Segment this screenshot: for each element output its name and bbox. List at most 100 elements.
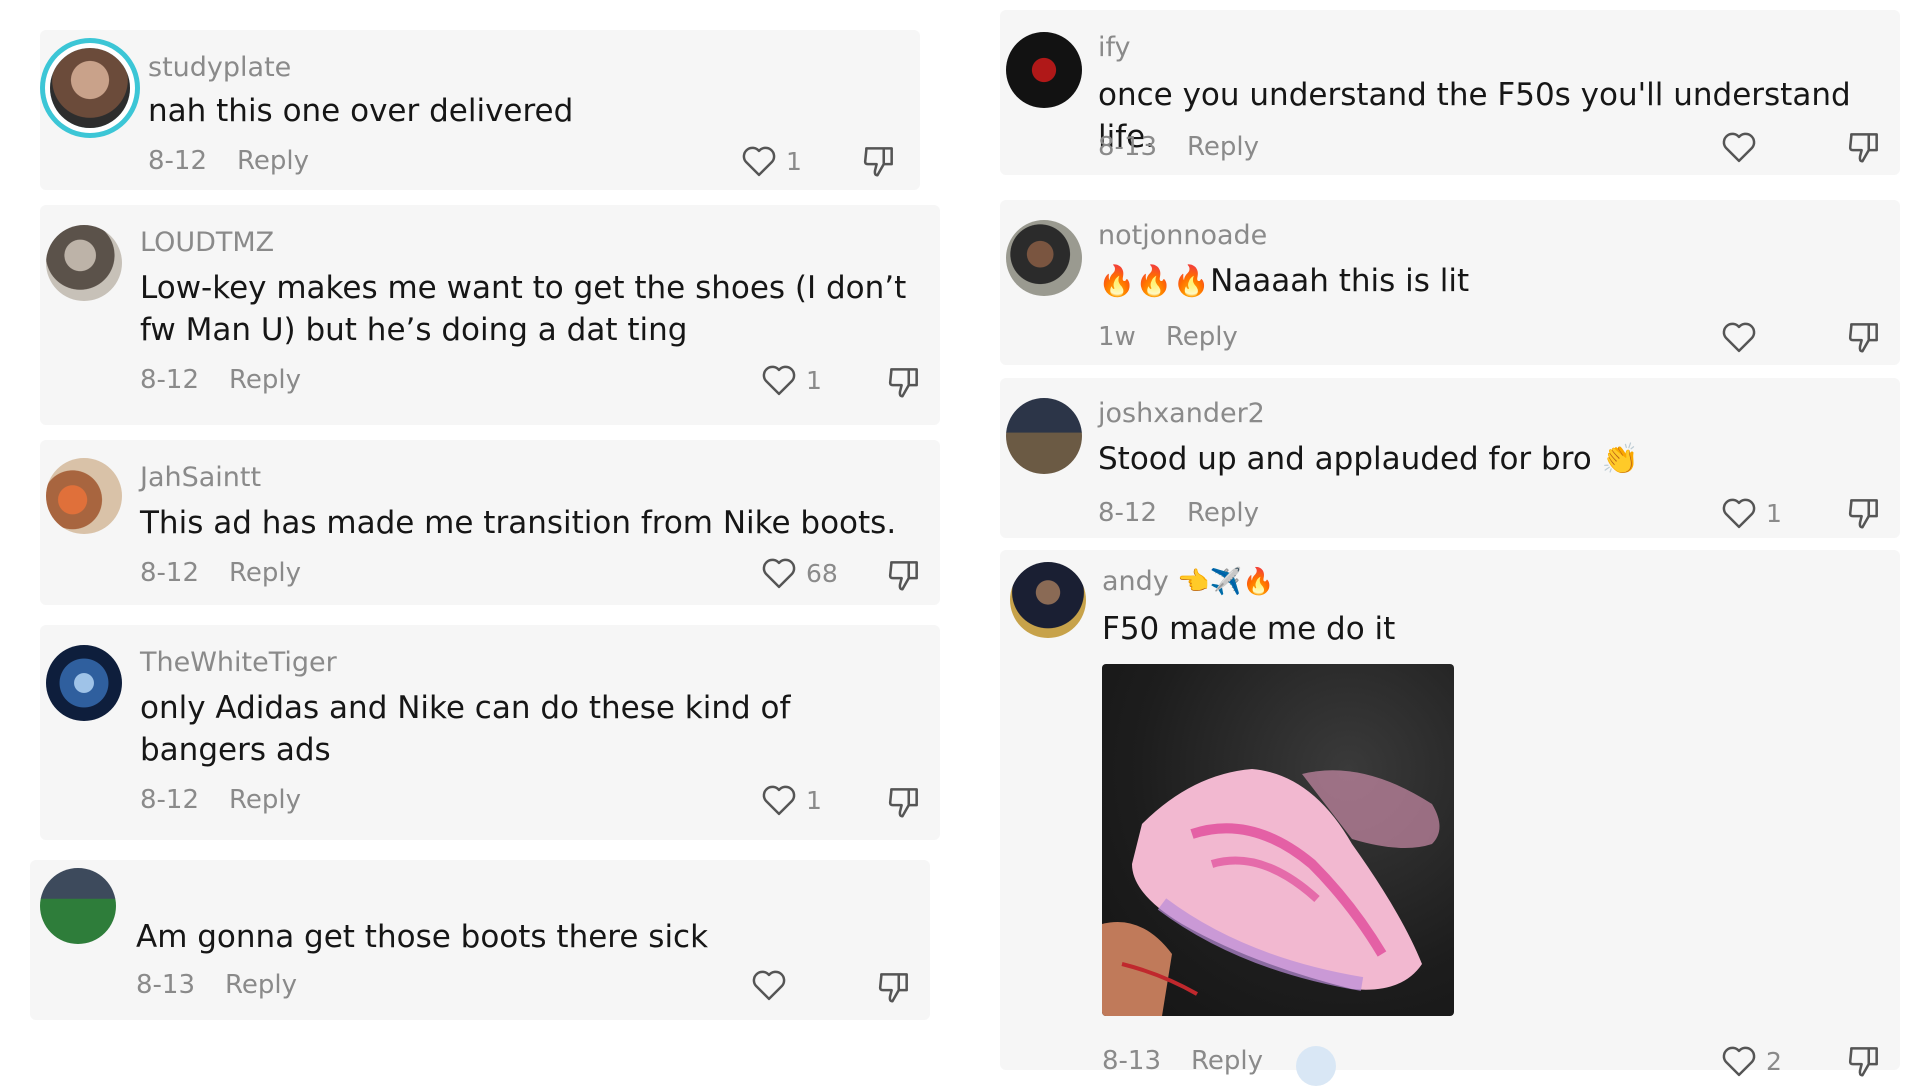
like-button[interactable]: 2 [1720, 1044, 1782, 1078]
comment-username[interactable]: JahSaintt [140, 462, 261, 493]
avatar[interactable] [1010, 562, 1086, 638]
like-button[interactable]: 1 [760, 783, 822, 817]
reply-button[interactable]: Reply [237, 146, 309, 176]
comment-date: 8-12 [140, 365, 200, 395]
avatar[interactable] [1006, 398, 1082, 474]
reply-button[interactable]: Reply [1187, 498, 1259, 528]
like-count: 1 [806, 785, 822, 815]
like-count: 2 [1766, 1046, 1782, 1076]
comment-meta: 8-12 Reply [1098, 498, 1259, 528]
comment-body: Stood up and applauded for bro [1098, 441, 1592, 477]
comment-username[interactable]: notjonnoade [1098, 220, 1267, 251]
avatar[interactable] [46, 645, 122, 721]
heart-outline-icon [1722, 1046, 1756, 1077]
like-button[interactable]: 1 [760, 363, 822, 397]
comment-date: 1w [1098, 322, 1136, 352]
reply-button[interactable]: Reply [229, 365, 301, 395]
thumbs-down-icon [878, 973, 908, 1003]
comment-card: TheWhiteTiger only Adidas and Nike can d… [40, 625, 940, 840]
avatar[interactable] [1006, 220, 1082, 296]
reply-button[interactable]: Reply [1187, 132, 1259, 162]
comment-username[interactable]: joshxander2 [1098, 398, 1265, 429]
dislike-button[interactable] [1845, 128, 1883, 170]
comment-date: 8-12 [140, 558, 200, 588]
reply-button[interactable]: Reply [1166, 322, 1238, 352]
like-button[interactable] [1720, 130, 1758, 164]
like-button[interactable]: 1 [740, 144, 802, 178]
like-button[interactable] [1720, 320, 1758, 354]
comment-date: 8-13 [1102, 1046, 1162, 1076]
comment-body: Naaaah this is lit [1210, 263, 1470, 299]
like-count: 1 [1766, 498, 1782, 528]
dislike-button[interactable] [885, 363, 923, 405]
comment-meta: 8-12 Reply [140, 365, 301, 395]
comment-text: Am gonna get those boots there sick [136, 919, 709, 955]
thumbs-down-icon [888, 561, 918, 591]
comment-meta: 1w Reply [1098, 322, 1238, 352]
like-button[interactable]: 1 [1720, 496, 1782, 530]
comment-card: andy 👈✈️🔥 F50 made me do it 8-13 Reply 2 [1000, 550, 1900, 1086]
heart-outline-icon [762, 365, 796, 396]
comment-text: only Adidas and Nike can do these kind o… [140, 690, 791, 768]
comment-card: studyplate nah this one over delivered 8… [40, 30, 920, 190]
avatar[interactable] [1006, 32, 1082, 108]
dislike-button[interactable] [875, 968, 913, 1010]
like-count: 1 [806, 365, 822, 395]
comment-card: notjonnoade 🔥🔥🔥Naaaah this is lit 1w Repl… [1000, 200, 1900, 365]
dislike-button[interactable] [1845, 494, 1883, 536]
comment-username[interactable]: ify [1098, 32, 1131, 63]
heart-outline-icon [762, 785, 796, 816]
dislike-button[interactable] [885, 783, 923, 825]
heart-outline-icon [762, 558, 796, 589]
comment-card: ify once you understand the F50s you'll … [1000, 10, 1900, 175]
pink-football-boot-illustration [1102, 769, 1440, 1016]
comment-username[interactable]: LOUDTMZ [140, 227, 274, 258]
dislike-button[interactable] [1845, 318, 1883, 360]
heart-outline-icon [1722, 498, 1756, 529]
reply-button[interactable]: Reply [1191, 1046, 1263, 1076]
thumbs-down-icon [863, 147, 893, 177]
avatar[interactable] [50, 48, 130, 128]
heart-outline-icon [1722, 322, 1756, 353]
like-count: 68 [806, 558, 838, 588]
comment-username[interactable]: studyplate [148, 52, 291, 83]
heart-outline-icon [752, 970, 786, 1001]
comment-card: Am gonna get those boots there sick 8-13… [30, 860, 930, 1020]
comment-date: 8-12 [148, 146, 208, 176]
thumbs-down-icon [888, 788, 918, 818]
like-button[interactable]: 68 [760, 556, 838, 590]
comment-card: joshxander2 Stood up and applauded for b… [1000, 378, 1900, 538]
dislike-button[interactable] [1845, 1042, 1883, 1084]
comment-text: F50 made me do it [1102, 611, 1396, 647]
avatar[interactable] [40, 868, 116, 944]
reply-button[interactable]: Reply [225, 970, 297, 1000]
comment-date: 8-13 [1098, 132, 1158, 162]
heart-outline-icon [742, 146, 776, 177]
attached-boot-image[interactable] [1102, 664, 1454, 1016]
comment-meta: 8-12 Reply [140, 785, 301, 815]
comment-text: 🔥🔥🔥Naaaah this is lit [1098, 260, 1898, 303]
comment-card: LOUDTMZ Low-key makes me want to get the… [40, 205, 940, 425]
comment-text: nah this one over delivered [148, 93, 574, 129]
heart-outline-icon [1722, 132, 1756, 163]
thumbs-down-icon [1848, 499, 1878, 529]
comment-username-text: andy [1102, 566, 1169, 597]
like-button[interactable] [750, 968, 788, 1002]
avatar[interactable] [46, 225, 122, 301]
comment-card: JahSaintt This ad has made me transition… [40, 440, 940, 605]
comment-username[interactable]: andy 👈✈️🔥 [1102, 566, 1275, 597]
comment-username[interactable]: TheWhiteTiger [140, 647, 337, 678]
dislike-button[interactable] [885, 556, 923, 598]
comment-text: Stood up and applauded for bro 👏 [1098, 438, 1898, 481]
thumbs-down-icon [1848, 323, 1878, 353]
reply-button[interactable]: Reply [229, 558, 301, 588]
comment-date: 8-12 [140, 785, 200, 815]
creator-liked-avatar-icon [1296, 1046, 1336, 1086]
dislike-button[interactable] [860, 142, 898, 184]
like-count: 1 [786, 146, 802, 176]
thumbs-down-icon [1848, 133, 1878, 163]
comment-meta: 8-13 Reply [1098, 132, 1259, 162]
reply-button[interactable]: Reply [229, 785, 301, 815]
username-emoji-icon: 👈✈️🔥 [1177, 567, 1275, 597]
avatar[interactable] [46, 458, 122, 534]
